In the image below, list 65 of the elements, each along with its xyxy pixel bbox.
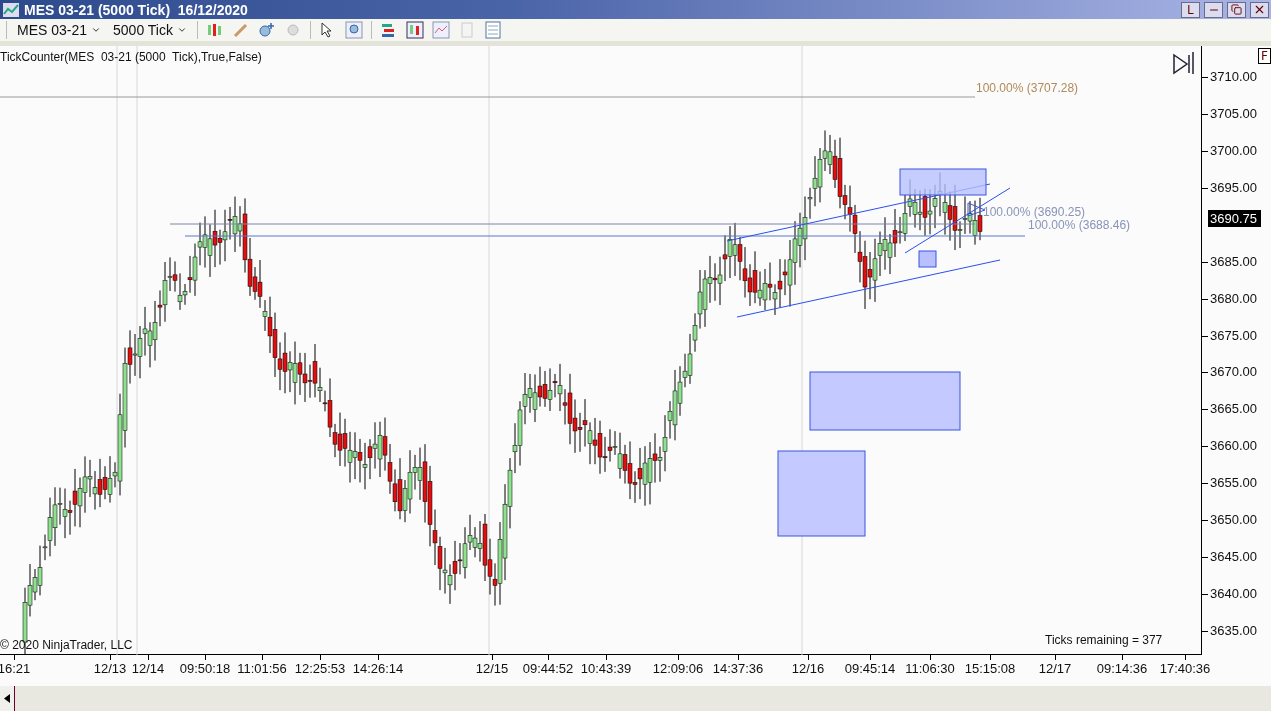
time-label: 12/17 xyxy=(1038,661,1072,676)
indicator-label: TickCounter(MES 03-21 (5000 Tick),True,False) xyxy=(0,50,262,64)
caret-icon xyxy=(91,25,102,35)
close-button[interactable] xyxy=(1250,1,1269,18)
rectangle-drawing xyxy=(918,250,937,268)
restore-icon xyxy=(1231,4,1242,15)
time-label: 12/14 xyxy=(131,661,165,676)
interval-dropdown[interactable]: 5000 Tick xyxy=(111,22,189,38)
fibonacci-label: 100.00% (3688.46) xyxy=(1028,218,1131,232)
price-label: 3675.00 xyxy=(1210,327,1257,343)
line-chart-icon[interactable] xyxy=(432,21,450,39)
price-label: 3700.00 xyxy=(1210,142,1257,158)
time-label: 15:15:08 xyxy=(964,661,1016,676)
horizontal-scrollbar[interactable] xyxy=(0,686,1271,711)
price-label: 3650.00 xyxy=(1210,512,1257,528)
fibonacci-label: 100.00% (3707.28) xyxy=(976,81,1079,95)
caret-icon xyxy=(177,25,187,35)
candlestick-panel-icon[interactable] xyxy=(406,21,424,39)
price-label: 3710.00 xyxy=(1210,69,1257,84)
chart-icon xyxy=(2,0,20,19)
time-label: 09:14:36 xyxy=(1096,661,1148,676)
scroll-to-end-icon[interactable] xyxy=(1173,51,1194,75)
price-label: 3670.00 xyxy=(1210,364,1257,380)
minimize-button[interactable] xyxy=(1204,1,1223,18)
time-label: 14:37:36 xyxy=(712,661,764,676)
price-label: 3655.00 xyxy=(1210,475,1257,491)
close-icon xyxy=(1253,3,1266,16)
instrument-dropdown[interactable]: MES 03-21 xyxy=(15,22,104,38)
scroll-left-button[interactable] xyxy=(0,686,15,711)
fibonacci-label: 100.00% (3690.25) xyxy=(983,205,1086,219)
window-title: MES 03-21 (5000 Tick) 16/12/2020 xyxy=(24,1,249,18)
price-label: 3665.00 xyxy=(1210,401,1257,417)
time-label: 12:25:53 xyxy=(294,661,346,676)
search-icon[interactable] xyxy=(345,21,363,39)
time-label: 12:09:06 xyxy=(652,661,704,676)
left-triangle-icon xyxy=(4,694,10,703)
price-label: 3680.00 xyxy=(1210,290,1257,306)
zoom-in-icon[interactable] xyxy=(258,21,276,39)
ticks-remaining-text: Ticks remaining = 377 xyxy=(1045,633,1163,647)
time-label: 12/13 xyxy=(93,661,127,676)
side-tab[interactable]: F xyxy=(1258,48,1271,64)
time-label: 09:50:18 xyxy=(179,661,231,676)
candlestick-icon[interactable] xyxy=(206,21,224,39)
time-label: 12/16 xyxy=(791,661,825,676)
time-label: 09:44:52 xyxy=(522,661,574,676)
copyright-text: © 2020 NinjaTrader, LLC xyxy=(0,638,133,652)
time-label: 11:06:30 xyxy=(905,661,955,676)
price-label: 3705.00 xyxy=(1210,105,1257,121)
time-label: 14:26:14 xyxy=(352,661,404,676)
time-label: 10:43:39 xyxy=(580,661,632,676)
last-price-tag: 3690.75 xyxy=(1208,210,1261,227)
price-label: 3635.00 xyxy=(1210,623,1257,638)
restore-button[interactable] xyxy=(1227,1,1246,18)
pencil-icon[interactable] xyxy=(232,21,250,39)
price-label: 3640.00 xyxy=(1210,586,1257,602)
price-label: 3645.00 xyxy=(1210,549,1257,565)
link-button[interactable]: L xyxy=(1181,1,1200,18)
price-label: 3685.00 xyxy=(1210,253,1257,269)
time-label: 17:40:36 xyxy=(1159,661,1211,676)
triangle-marker-icon xyxy=(967,202,986,217)
time-label: 09:45:14 xyxy=(844,661,896,676)
time-label: 11:01:56 xyxy=(237,661,287,676)
time-label: 12/15 xyxy=(475,661,509,676)
price-label: 3660.00 xyxy=(1210,438,1257,454)
price-label: 3695.00 xyxy=(1210,179,1257,195)
